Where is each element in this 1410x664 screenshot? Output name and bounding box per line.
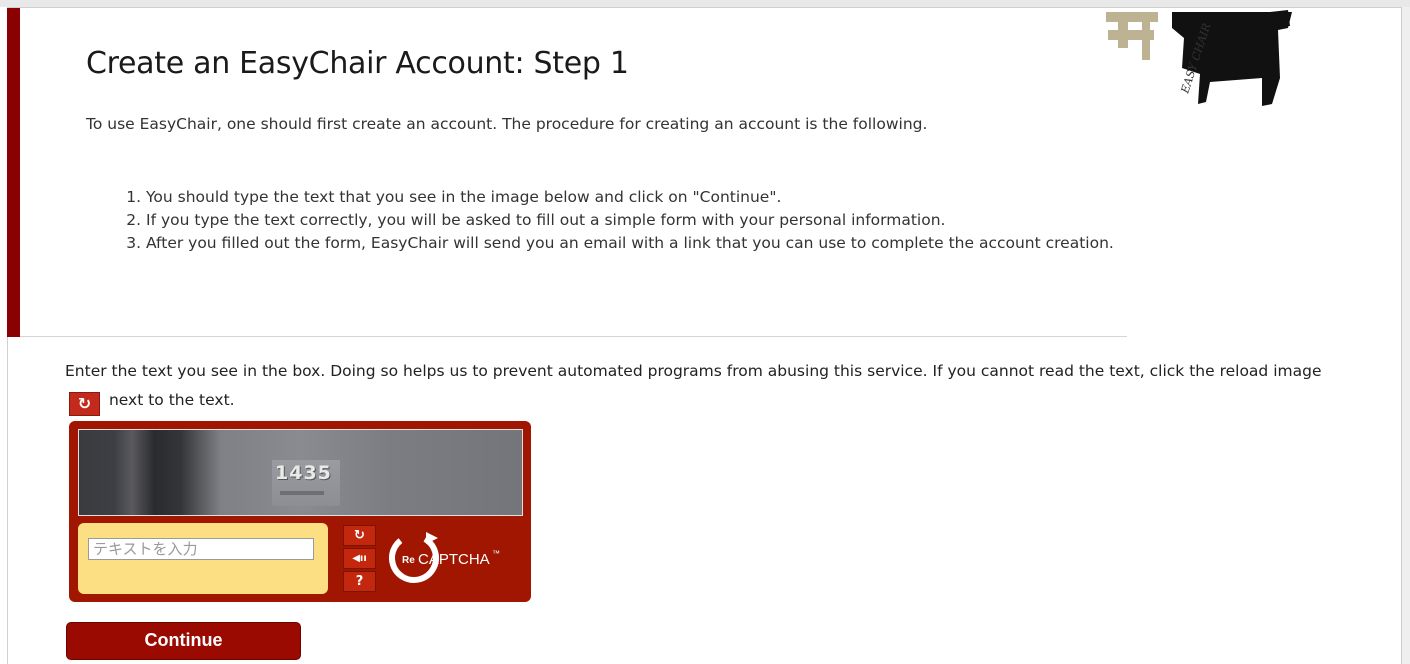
audio-button[interactable]: ◀ıı (343, 548, 376, 569)
header-accent-bar (7, 8, 20, 337)
step-item: After you filled out the form, EasyChair… (146, 232, 1126, 255)
recaptcha-name: CAPTCHA (418, 551, 490, 568)
captcha-instructions-tail: next to the text. (108, 391, 235, 409)
page-header: Create an EasyChair Account: Step 1 To u… (20, 8, 1127, 337)
recaptcha-logo: Re CAPTCHA ™ (389, 532, 500, 583)
captcha-image: 1435 (78, 429, 523, 516)
steps-list: You should type the text that you see in… (118, 186, 1126, 255)
reload-button[interactable]: ↻ (343, 525, 376, 546)
captcha-instructions: Enter the text you see in the box. Doing… (65, 357, 1335, 416)
step-item: You should type the text that you see in… (146, 186, 1126, 209)
reload-icon: ↻ (69, 392, 100, 416)
recaptcha-re: Re (402, 555, 415, 566)
audio-icon: ◀ıı (352, 553, 367, 564)
window-scrollbar[interactable] (1401, 7, 1410, 664)
captcha-word: 1435 (275, 462, 332, 484)
continue-button[interactable]: Continue (66, 622, 301, 660)
captcha-plate-detail (280, 491, 324, 495)
reload-icon: ↻ (354, 528, 365, 543)
help-button[interactable]: ? (343, 571, 376, 592)
step-item: If you type the text correctly, you will… (146, 209, 1126, 232)
captcha-instructions-text: Enter the text you see in the box. Doing… (65, 362, 1322, 380)
recaptcha-tm: ™ (492, 549, 500, 558)
recaptcha-widget: 1435 ↻ ◀ıı ? Re CAPTCHA ™ (69, 421, 531, 602)
window-top-border (0, 0, 1410, 8)
page-title: Create an EasyChair Account: Step 1 (86, 46, 629, 81)
intro-text: To use EasyChair, one should first creat… (86, 115, 928, 133)
captcha-input-area (78, 523, 328, 594)
captcha-input[interactable] (88, 538, 314, 560)
help-icon: ? (355, 574, 364, 589)
easychair-logo: EASY CHAIR (1106, 10, 1292, 106)
